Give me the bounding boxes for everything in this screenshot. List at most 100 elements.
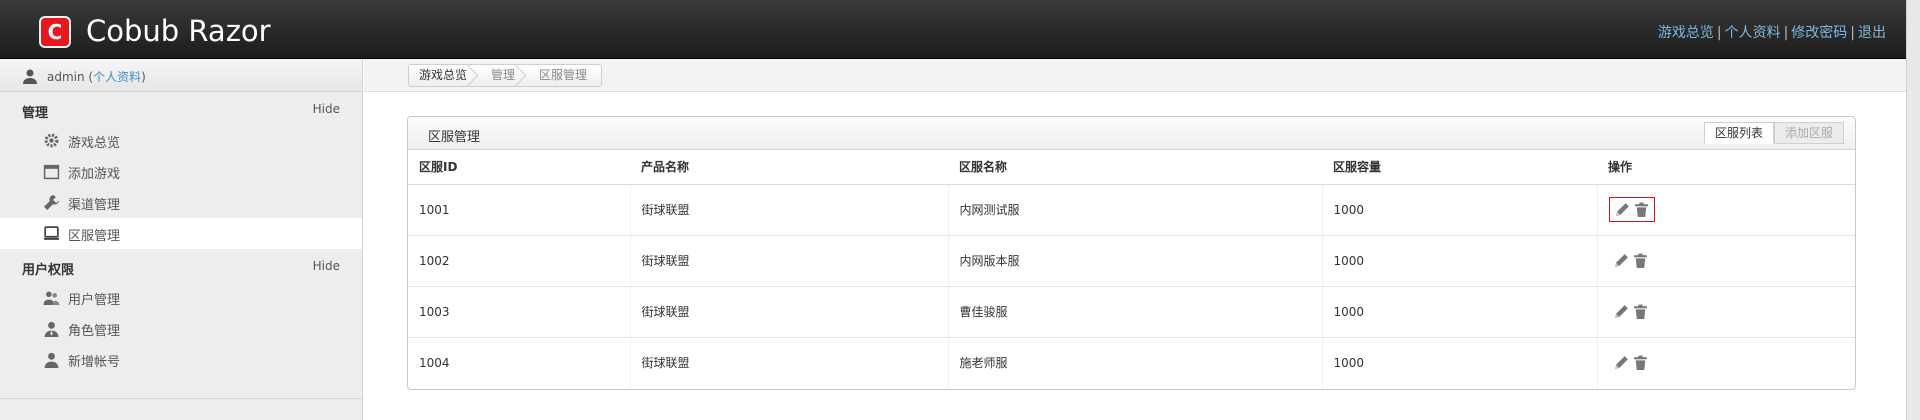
table-row: 1002 街球联盟 内网版本服 1000 — [408, 235, 1855, 287]
user-info: admin (个人资料) — [47, 68, 146, 85]
role-icon — [44, 321, 59, 337]
profile-link[interactable]: 个人资料 — [93, 70, 141, 84]
sidebar-item-label: 渠道管理 — [68, 198, 121, 213]
pencil-icon[interactable] — [1613, 354, 1630, 371]
column-header-server-name: 区服名称 — [948, 150, 1322, 185]
cell-actions — [1597, 286, 1855, 338]
cell-product-name: 街球联盟 — [630, 235, 949, 287]
cell-server-name: 施老师服 — [948, 337, 1323, 388]
pencil-icon[interactable] — [1613, 303, 1630, 320]
paren-open: ( — [84, 70, 94, 84]
sidebar-item-user-manage[interactable]: 用户管理 — [0, 282, 362, 313]
cell-server-id: 1004 — [408, 337, 631, 388]
top-header: C Cobub Razor 游戏总览 | 个人资料 | 修改密码 | 退出 — [0, 0, 1920, 59]
page-scrollbar[interactable] — [1906, 0, 1920, 420]
trash-icon[interactable] — [1632, 252, 1649, 269]
row-actions — [1609, 351, 1653, 374]
row-actions — [1608, 197, 1655, 222]
section-permissions-header: 用户权限 Hide — [0, 249, 362, 282]
cell-actions — [1597, 235, 1855, 287]
section-hide-toggle[interactable]: Hide — [313, 259, 340, 273]
panel-title: 区服管理 — [428, 130, 481, 145]
top-nav-links: 游戏总览 | 个人资料 | 修改密码 | 退出 — [1658, 22, 1886, 42]
cell-product-name: 街球联盟 — [630, 286, 949, 338]
sidebar-item-label: 区服管理 — [68, 229, 121, 244]
cell-capacity: 1000 — [1322, 235, 1598, 287]
breadcrumb: 游戏总览 管理 区服管理 — [408, 64, 603, 87]
sidebar-item-role-manage[interactable]: 角色管理 — [0, 313, 362, 344]
sidebar-divider — [0, 398, 362, 399]
breadcrumb-item-manage[interactable]: 管理 — [481, 65, 529, 86]
section-title: 管理 — [22, 106, 49, 121]
sidebar-item-label: 添加游戏 — [68, 167, 121, 182]
cell-server-name: 内网版本服 — [948, 235, 1323, 287]
server-manage-panel: 区服管理 区服列表 添加区服 区服ID 产品名称 区服名称 区服容量 操作 10… — [407, 116, 1856, 390]
column-header-capacity: 区服容量 — [1322, 150, 1597, 185]
top-link-logout[interactable]: 退出 — [1858, 25, 1886, 41]
gear-icon — [44, 133, 59, 148]
app-logo-icon[interactable]: C — [39, 16, 71, 48]
sidebar-item-label: 用户管理 — [68, 293, 121, 308]
user-icon — [23, 69, 37, 84]
users-icon — [43, 291, 60, 305]
cell-server-name: 内网测试服 — [948, 184, 1323, 236]
pencil-icon[interactable] — [1614, 201, 1631, 218]
section-title: 用户权限 — [22, 263, 75, 278]
column-header-product-name: 产品名称 — [630, 150, 948, 185]
user-add-icon — [44, 352, 59, 368]
panel-header: 区服管理 区服列表 添加区服 — [408, 117, 1855, 150]
sidebar: admin (个人资料) 管理 Hide 游戏总览 添加游戏 渠道管理 区服管理… — [0, 59, 363, 420]
top-link-game-overview[interactable]: 游戏总览 — [1658, 25, 1714, 41]
username: admin — [47, 70, 85, 84]
trash-icon[interactable] — [1632, 354, 1649, 371]
wrench-icon — [44, 195, 59, 210]
table-row: 1004 街球联盟 施老师服 1000 — [408, 337, 1855, 388]
breadcrumb-bar: 游戏总览 管理 区服管理 — [364, 59, 1906, 92]
tab-server-list[interactable]: 区服列表 — [1703, 122, 1774, 144]
cell-server-id: 1001 — [408, 184, 631, 236]
sidebar-item-label: 角色管理 — [68, 324, 121, 339]
sidebar-item-add-game[interactable]: 添加游戏 — [0, 156, 362, 187]
cell-capacity: 1000 — [1322, 184, 1598, 236]
cell-actions — [1597, 184, 1855, 236]
sidebar-item-label: 新增帐号 — [68, 355, 121, 370]
sidebar-item-label: 游戏总览 — [68, 136, 121, 151]
separator: | — [1850, 25, 1855, 41]
paren-close: ) — [141, 70, 146, 84]
tab-add-server[interactable]: 添加区服 — [1773, 122, 1844, 144]
table-row: 1003 街球联盟 曹佳骏服 1000 — [408, 286, 1855, 338]
table-header-row: 区服ID 产品名称 区服名称 区服容量 操作 — [408, 150, 1855, 185]
panel-tabs: 区服列表 添加区服 — [1703, 122, 1844, 144]
cell-server-id: 1002 — [408, 235, 631, 287]
separator: | — [1783, 25, 1789, 41]
column-header-actions: 操作 — [1597, 150, 1855, 185]
cell-server-id: 1003 — [408, 286, 631, 338]
top-link-change-password[interactable]: 修改密码 — [1791, 25, 1847, 41]
cell-product-name: 街球联盟 — [630, 337, 949, 388]
user-bar: admin (个人资料) — [0, 59, 362, 92]
separator: | — [1716, 25, 1722, 41]
cell-capacity: 1000 — [1322, 286, 1598, 338]
sidebar-item-add-account[interactable]: 新增帐号 — [0, 344, 362, 375]
trash-icon[interactable] — [1632, 303, 1649, 320]
sidebar-item-game-overview[interactable]: 游戏总览 — [0, 125, 362, 156]
section-manage-header: 管理 Hide — [0, 92, 362, 125]
top-link-profile[interactable]: 个人资料 — [1725, 25, 1781, 41]
cell-server-name: 曹佳骏服 — [948, 286, 1323, 338]
cell-actions — [1597, 337, 1855, 388]
app-title: Cobub Razor — [86, 14, 271, 48]
pencil-icon[interactable] — [1613, 252, 1630, 269]
monitor-icon — [44, 226, 59, 240]
section-hide-toggle[interactable]: Hide — [313, 102, 340, 116]
row-actions — [1609, 249, 1653, 272]
table-row: 1001 街球联盟 内网测试服 1000 — [408, 184, 1855, 236]
breadcrumb-item-game-overview[interactable]: 游戏总览 — [409, 65, 481, 86]
sidebar-item-channel-manage[interactable]: 渠道管理 — [0, 187, 362, 218]
cell-product-name: 街球联盟 — [630, 184, 949, 236]
trash-icon[interactable] — [1633, 201, 1650, 218]
cell-capacity: 1000 — [1322, 337, 1598, 388]
row-actions — [1609, 300, 1653, 323]
calendar-icon — [43, 164, 60, 180]
server-table: 区服ID 产品名称 区服名称 区服容量 操作 1001 街球联盟 内网测试服 1… — [408, 150, 1855, 388]
sidebar-item-server-manage[interactable]: 区服管理 — [0, 218, 362, 249]
